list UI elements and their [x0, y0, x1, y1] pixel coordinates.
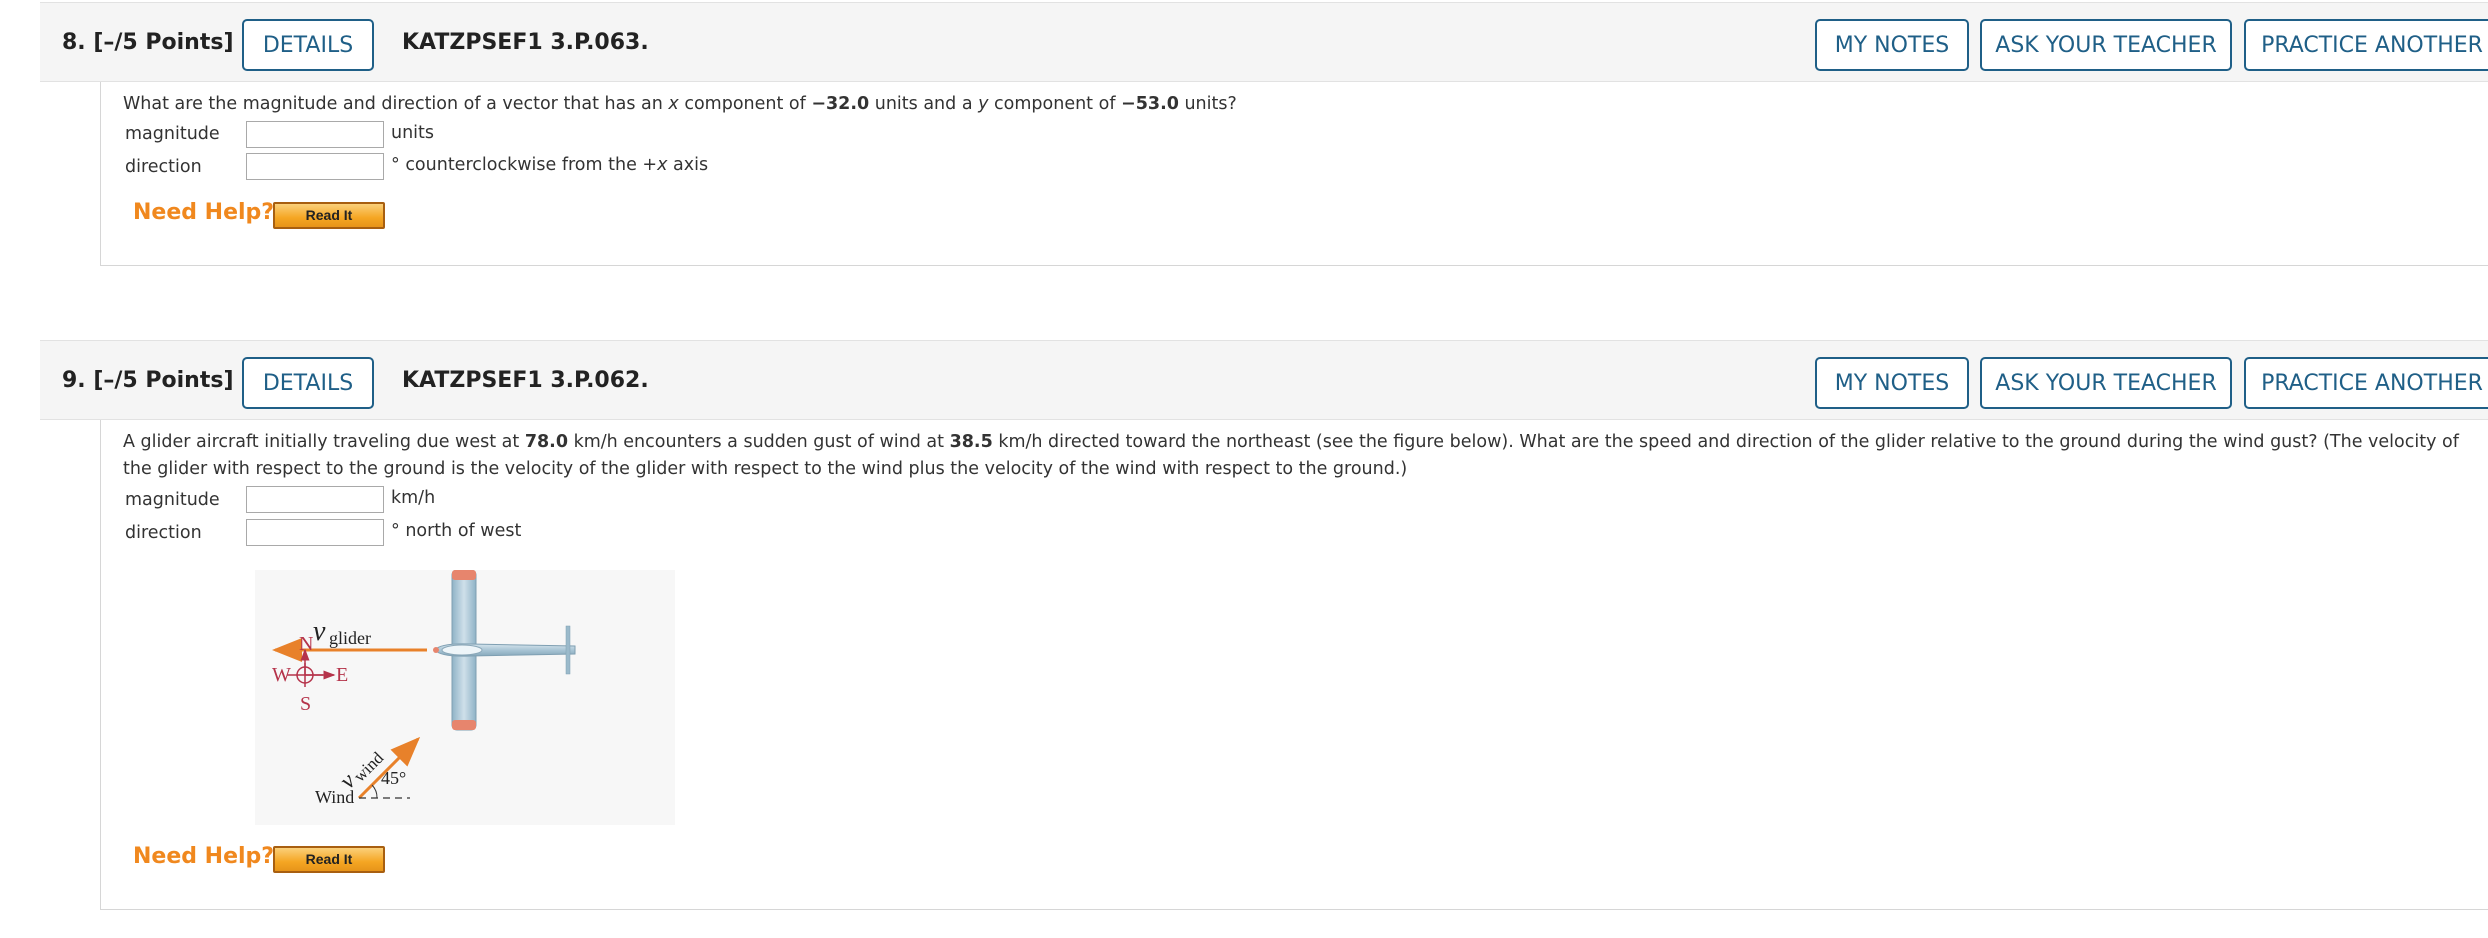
magnitude-label: magnitude [125, 124, 220, 144]
wing-tip-top [452, 570, 476, 580]
magnitude-input[interactable] [246, 121, 384, 148]
read-it-button[interactable]: Read It [273, 202, 385, 229]
need-help-label: Need Help? [133, 844, 275, 869]
direction-unit: ° north of west [391, 521, 522, 541]
direction-label: direction [125, 157, 202, 177]
magnitude-unit: units [391, 123, 435, 143]
question-text: What are the magnitude and direction of … [123, 94, 1237, 114]
direction-input[interactable] [246, 153, 384, 180]
practice-another-button[interactable]: PRACTICE ANOTHER [2244, 357, 2488, 409]
compass-e-label: E [336, 664, 348, 686]
question-code: KATZPSEF1 3.P.063. [402, 30, 649, 55]
compass-s-label: S [300, 693, 311, 715]
need-help-label: Need Help? [133, 200, 275, 225]
glider-nose [433, 647, 439, 653]
magnitude-unit: km/h [391, 488, 436, 508]
question-text-line-1: A glider aircraft initially traveling du… [123, 432, 2459, 452]
direction-input[interactable] [246, 519, 384, 546]
magnitude-input[interactable] [246, 486, 384, 513]
angle-arc [371, 784, 378, 799]
ask-your-teacher-button[interactable]: ASK YOUR TEACHER [1980, 357, 2232, 409]
points-label: [–/5 Points] [93, 368, 234, 393]
v-glider-subscript: glider [329, 628, 371, 648]
points-label: [–/5 Points] [93, 30, 234, 55]
wind-label: Wind [315, 787, 354, 807]
compass [287, 648, 336, 687]
glider-diagram: v glider N S E W v wind 45° Wind [272, 569, 576, 807]
details-button[interactable]: DETAILS [242, 357, 374, 409]
direction-label: direction [125, 523, 202, 543]
my-notes-button[interactable]: MY NOTES [1815, 19, 1969, 71]
magnitude-label: magnitude [125, 490, 220, 510]
direction-unit: ° counterclockwise from the +x axis [391, 155, 709, 175]
wing-tip-bottom [452, 720, 476, 730]
compass-n-label: N [299, 633, 313, 655]
glider-tail [565, 625, 571, 675]
v-glider-symbol: v [313, 616, 326, 647]
compass-w-label: W [272, 664, 291, 686]
glider-figure: v glider N S E W v wind 45° Wind [255, 569, 675, 825]
question-9-header: 9. [–/5 Points] DETAILS KATZPSEF1 3.P.06… [40, 340, 2488, 420]
question-8-body: What are the magnitude and direction of … [100, 82, 2488, 266]
question-number: 9. [–/5 Points] [62, 368, 234, 393]
details-button[interactable]: DETAILS [242, 19, 374, 71]
angle-label: 45° [381, 768, 406, 788]
my-notes-button[interactable]: MY NOTES [1815, 357, 1969, 409]
question-8-header: 8. [–/5 Points] DETAILS KATZPSEF1 3.P.06… [40, 2, 2488, 82]
glider-canopy [441, 644, 483, 656]
read-it-button[interactable]: Read It [273, 846, 385, 873]
practice-another-button[interactable]: PRACTICE ANOTHER [2244, 19, 2488, 71]
question-text-line-2: the glider with respect to the ground is… [123, 459, 1408, 479]
ask-your-teacher-button[interactable]: ASK YOUR TEACHER [1980, 19, 2232, 71]
question-number: 8. [–/5 Points] [62, 30, 234, 55]
question-code: KATZPSEF1 3.P.062. [402, 368, 649, 393]
